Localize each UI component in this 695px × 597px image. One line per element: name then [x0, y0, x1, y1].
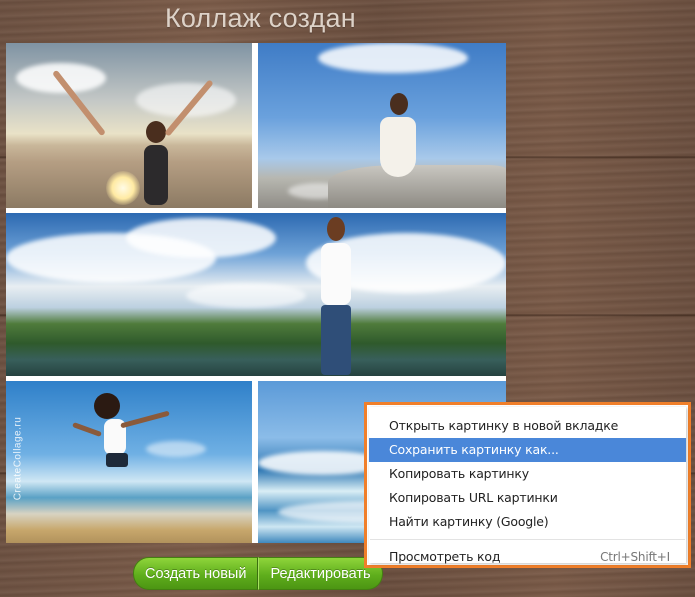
menu-item-inspect-shortcut: Ctrl+Shift+I	[600, 550, 670, 564]
lake-panorama-photo	[6, 213, 506, 376]
beach-jump-photo	[6, 381, 252, 543]
watermark: CreateCollage.ru	[12, 416, 24, 501]
context-menu: Открыть картинку в новой вкладке Сохрани…	[369, 407, 686, 564]
rock-sky-photo	[258, 43, 506, 208]
beach-sunset-photo	[6, 43, 252, 208]
menu-item-inspect-label: Просмотреть код	[389, 549, 501, 564]
action-buttons: Создать новый Редактировать	[133, 557, 383, 590]
menu-item-copy-image[interactable]: Копировать картинку	[369, 462, 686, 486]
menu-item-copy-image-url[interactable]: Копировать URL картинки	[369, 486, 686, 510]
menu-item-search-google[interactable]: Найти картинку (Google)	[369, 510, 686, 534]
create-new-button[interactable]: Создать новый	[133, 557, 259, 590]
menu-item-inspect[interactable]: Просмотреть код Ctrl+Shift+I	[369, 545, 686, 569]
menu-item-save-image-as[interactable]: Сохранить картинку как...	[369, 438, 686, 462]
menu-item-open-new-tab[interactable]: Открыть картинку в новой вкладке	[369, 414, 686, 438]
page-title: Коллаж создан	[165, 3, 356, 33]
context-menu-highlight: Открыть картинку в новой вкладке Сохрани…	[364, 402, 691, 568]
menu-separator	[370, 539, 685, 540]
